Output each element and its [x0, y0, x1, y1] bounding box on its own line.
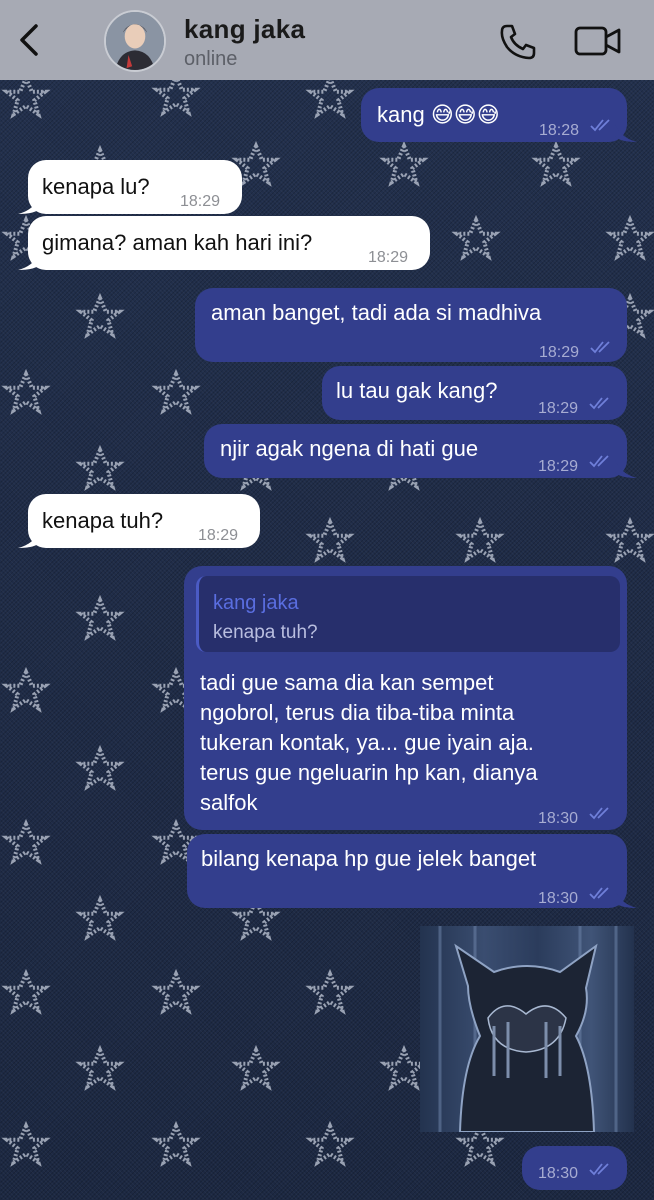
- message-text: lu tau gak kang?: [336, 378, 498, 403]
- message-outgoing[interactable]: njir agak ngena di hati gue 18:29: [204, 424, 637, 478]
- quoted-sender: kang jaka: [213, 592, 299, 614]
- message-text: gimana? aman kah hari ini?: [42, 230, 313, 255]
- quoted-message[interactable]: kang jaka kenapa tuh?: [196, 576, 620, 652]
- phone-icon[interactable]: [498, 22, 538, 62]
- double-check-icon: [589, 1163, 609, 1176]
- message-text: aman banget, tadi ada si madhiva: [211, 300, 542, 325]
- message-time: 18:29: [538, 458, 579, 475]
- message-text: tadi gue sama dia kan sempet ngobrol, te…: [200, 668, 538, 818]
- back-chevron-icon[interactable]: [14, 22, 44, 58]
- message-time: 18:30: [538, 810, 579, 827]
- contact-name[interactable]: kang jaka: [184, 14, 305, 45]
- message-outgoing[interactable]: lu tau gak kang? 18:29: [322, 366, 627, 420]
- message-time: 18:30: [538, 1165, 579, 1182]
- message-outgoing[interactable]: aman banget, tadi ada si madhiva 18:29: [195, 288, 627, 362]
- message-text: kenapa lu?: [42, 174, 150, 199]
- message-incoming[interactable]: kenapa lu? 18:29: [18, 160, 242, 214]
- message-outgoing[interactable]: bilang kenapa hp gue jelek banget 18:30: [187, 834, 637, 908]
- message-line: terus gue ngeluarin hp kan, dianya: [200, 760, 538, 785]
- double-check-icon: [589, 455, 609, 468]
- message-text: njir agak ngena di hati gue: [220, 436, 479, 461]
- message-line: tukeran kontak, ya... gue iyain aja.: [200, 730, 534, 755]
- chat-header: kang jaka online: [0, 0, 654, 80]
- message-outgoing[interactable]: kang 😅😅😅 18:28: [361, 88, 637, 142]
- double-check-icon: [589, 807, 609, 820]
- double-check-icon: [589, 887, 609, 900]
- double-check-icon: [590, 341, 610, 354]
- sticker-timestamp: 18:30: [522, 1146, 627, 1190]
- message-time: 18:29: [538, 400, 579, 417]
- double-check-icon: [589, 397, 609, 410]
- quoted-text: kenapa tuh?: [213, 622, 318, 643]
- message-time: 18:30: [538, 890, 579, 907]
- message-text: kenapa tuh?: [42, 508, 164, 533]
- contact-avatar[interactable]: [104, 10, 166, 72]
- message-text: kang 😅😅😅: [377, 102, 500, 127]
- video-camera-icon[interactable]: [574, 24, 622, 58]
- message-line: ngobrol, terus dia tiba-tiba minta: [200, 700, 515, 725]
- contact-status: online: [184, 48, 238, 70]
- message-time: 18:29: [539, 344, 580, 361]
- sticker-image[interactable]: [420, 926, 634, 1133]
- message-time: 18:29: [368, 249, 409, 266]
- message-time: 18:29: [180, 193, 221, 210]
- message-line: tadi gue sama dia kan sempet: [200, 670, 494, 695]
- message-time: 18:29: [198, 527, 239, 544]
- message-text: bilang kenapa hp gue jelek banget: [201, 846, 537, 871]
- message-outgoing-reply[interactable]: kang jaka kenapa tuh? tadi gue sama dia …: [184, 566, 627, 830]
- message-line: salfok: [200, 790, 258, 815]
- message-time: 18:28: [539, 122, 580, 139]
- message-incoming[interactable]: gimana? aman kah hari ini? 18:29: [18, 216, 430, 270]
- message-incoming[interactable]: kenapa tuh? 18:29: [18, 494, 260, 548]
- double-check-icon: [590, 119, 610, 132]
